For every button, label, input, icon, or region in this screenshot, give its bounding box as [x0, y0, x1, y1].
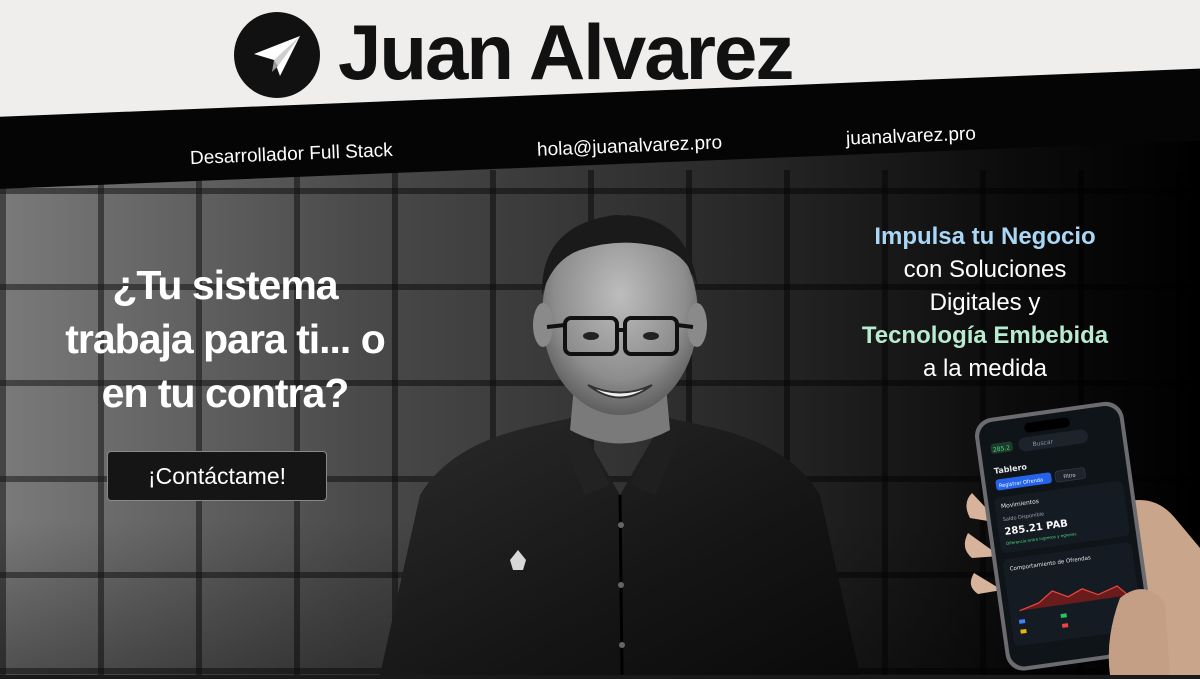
tagline-line: Digitales y: [929, 289, 1041, 316]
logo: [234, 12, 320, 98]
contact-button[interactable]: ¡Contáctame!: [107, 451, 327, 501]
tagline: Impulsa tu Negocio con Soluciones Digita…: [820, 220, 1150, 385]
headline: ¿Tu sistema trabaja para ti... o en tu c…: [30, 258, 420, 420]
headline-line: trabaja para ti... o: [65, 316, 386, 362]
phone-mockup: 285.2 Buscar Tablero Registrar Ofrenda F…: [960, 398, 1200, 675]
portrait: [380, 214, 860, 675]
tagline-line-accent: Impulsa tu Negocio: [874, 223, 1096, 250]
headline-line: ¿Tu sistema: [112, 262, 338, 308]
paper-plane-icon: [254, 36, 300, 76]
tagline-line: a la medida: [922, 355, 1048, 382]
phone-illustration: 285.2 Buscar Tablero Registrar Ofrenda F…: [964, 401, 1200, 675]
headline-line: en tu contra?: [101, 370, 350, 416]
page-title: Juan Alvarez: [338, 8, 794, 96]
tagline-line: con Soluciones: [903, 256, 1067, 283]
tagline-line-accent: Tecnología Embebida: [861, 322, 1109, 349]
